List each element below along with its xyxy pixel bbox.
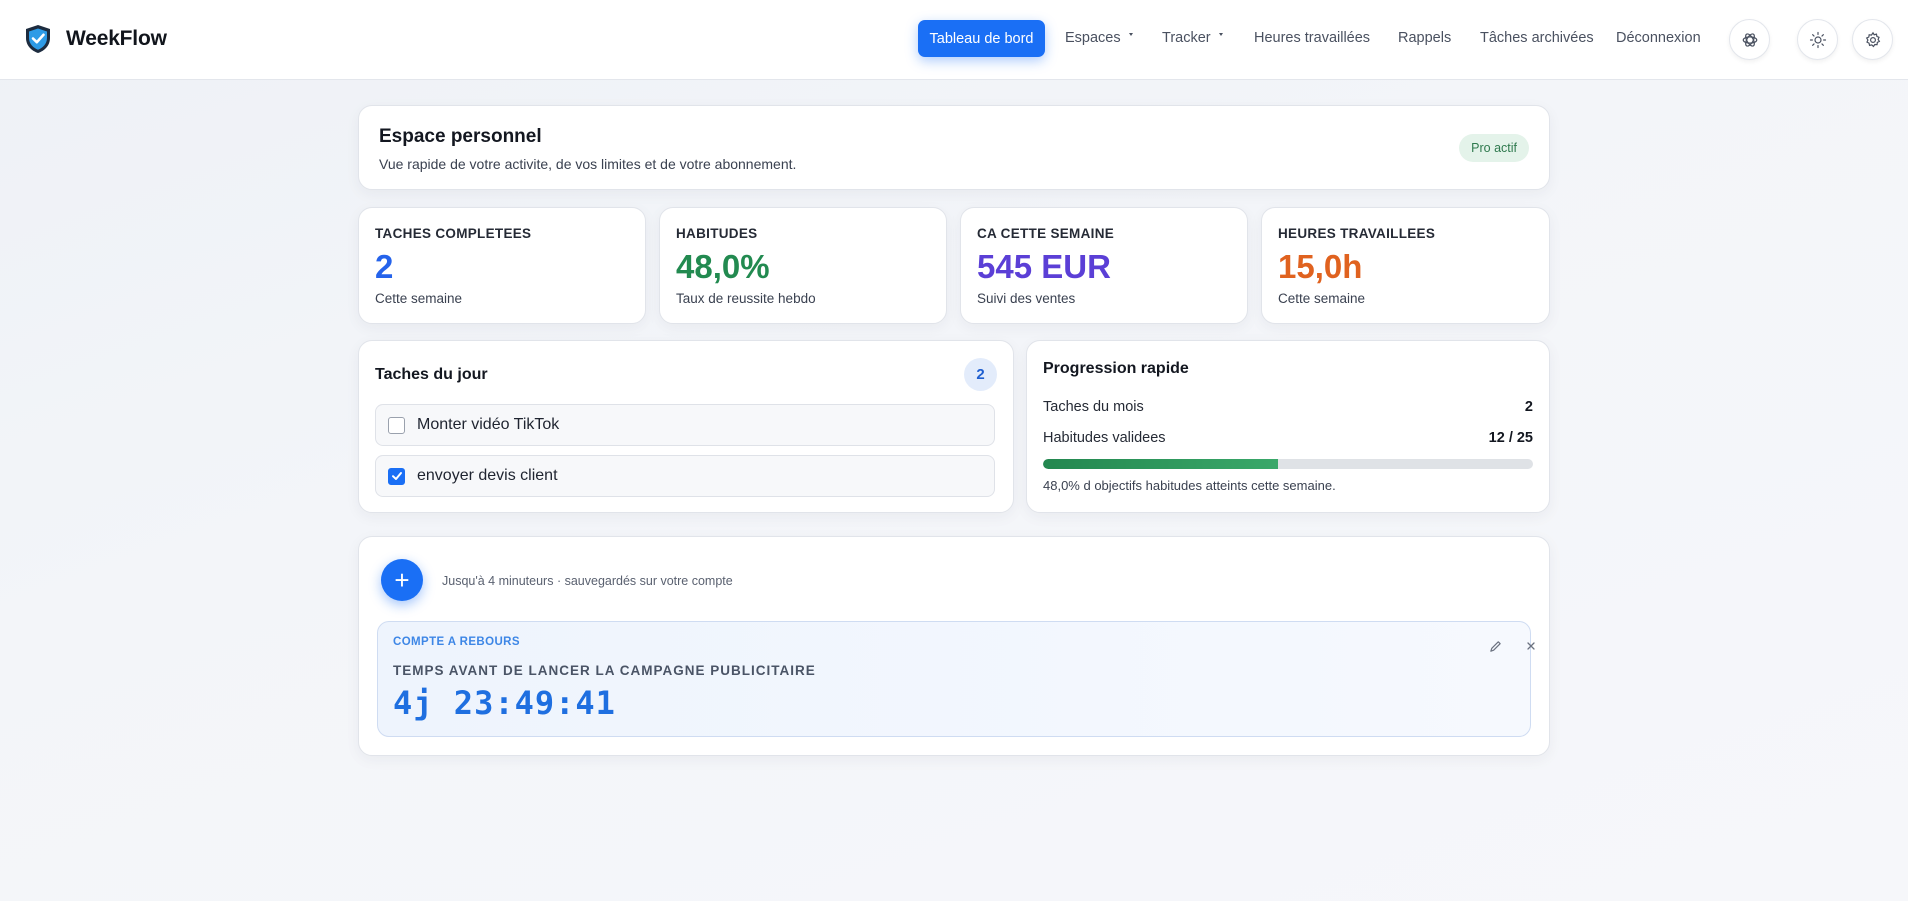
caret-down-icon xyxy=(1128,32,1133,36)
month-tasks-value: 2 xyxy=(1524,399,1533,415)
task-checkbox-checked[interactable] xyxy=(388,467,405,485)
habits-value: 12 / 25 xyxy=(1488,430,1533,446)
stat-card-tasks: TACHES COMPLETEES 2 Cette semaine xyxy=(358,207,646,324)
delete-timer-button[interactable] xyxy=(1521,636,1541,656)
countdown-time: 4j 23:49:41 xyxy=(393,684,616,722)
pencil-icon xyxy=(1489,640,1501,652)
task-item[interactable]: Monter vidéo TikTok xyxy=(375,404,995,446)
task-item[interactable]: envoyer devis client xyxy=(375,455,995,497)
add-timer-button[interactable]: + xyxy=(381,559,423,601)
daily-tasks-title: Taches du jour xyxy=(375,366,488,383)
nav-rappels-link[interactable]: Rappels xyxy=(1398,30,1451,46)
stat-card-revenue: CA CETTE SEMAINE 545 EUR Suivi des vente… xyxy=(960,207,1248,324)
nav-espaces-label: Espaces xyxy=(1065,30,1121,46)
stat-subtext: Cette semaine xyxy=(375,291,463,306)
subscription-status-badge: Pro actif xyxy=(1459,134,1529,162)
personal-space-card: Espace personnel Vue rapide de votre act… xyxy=(358,105,1550,190)
sun-icon xyxy=(1809,31,1826,48)
brand[interactable]: WeekFlow xyxy=(24,24,167,54)
month-tasks-label: Taches du mois xyxy=(1043,399,1144,415)
ai-assistant-button[interactable] xyxy=(1729,19,1770,60)
task-text: envoyer devis client xyxy=(417,467,558,484)
nav-tracker-label: Tracker xyxy=(1162,30,1211,46)
stat-card-habits: HABITUDES 48,0% Taux de reussite hebdo xyxy=(659,207,947,324)
nav-logout-link[interactable]: Déconnexion xyxy=(1616,30,1701,46)
stat-value: 15,0h xyxy=(1278,248,1363,285)
stat-value: 2 xyxy=(375,248,394,285)
gear-icon xyxy=(1865,31,1880,47)
top-navbar: WeekFlow Tableau de bord Espaces Tracker… xyxy=(0,0,1908,80)
stat-subtext: Taux de reussite hebdo xyxy=(676,291,816,306)
nav-dashboard-button[interactable]: Tableau de bord xyxy=(918,20,1045,57)
stat-subtext: Cette semaine xyxy=(1278,291,1366,306)
plus-icon: + xyxy=(394,565,410,595)
task-text: Monter vidéo TikTok xyxy=(417,416,560,433)
theme-toggle-button[interactable] xyxy=(1797,19,1838,60)
openai-icon xyxy=(1742,32,1757,47)
stat-label: HABITUDES xyxy=(676,226,758,241)
nav-heures-link[interactable]: Heures travaillées xyxy=(1254,30,1370,46)
stat-label: CA CETTE SEMAINE xyxy=(977,226,1115,241)
stat-value: 545 EUR xyxy=(977,248,1111,285)
app-name: WeekFlow xyxy=(66,27,167,50)
stat-subtext: Suivi des ventes xyxy=(977,291,1076,306)
progress-title: Progression rapide xyxy=(1043,360,1189,377)
progress-row-habits: Habitudes validees 12 / 25 xyxy=(1043,430,1533,446)
stat-value: 48,0% xyxy=(676,248,770,285)
timers-card: + Jusqu'à 4 minuteurs · sauvegardés sur … xyxy=(358,536,1550,756)
nav-espaces-dropdown[interactable]: Espaces xyxy=(1065,30,1133,46)
shield-check-logo-icon xyxy=(26,25,50,53)
task-checkbox[interactable] xyxy=(388,416,405,434)
habits-progress-note: 48,0% d objectifs habitudes atteints cet… xyxy=(1043,478,1336,493)
countdown-timer: COMPTE A REBOURS TEMPS AVANT DE LANCER L… xyxy=(377,621,1535,737)
check-icon xyxy=(391,472,402,480)
close-icon xyxy=(1527,642,1535,650)
quick-progress-card: Progression rapide Taches du mois 2 Habi… xyxy=(1026,340,1550,513)
nav-archives-link[interactable]: Tâches archivées xyxy=(1480,30,1594,46)
edit-timer-button[interactable] xyxy=(1485,636,1505,656)
daily-tasks-card: Taches du jour 2 Monter vidéo TikTok env… xyxy=(358,340,1014,513)
stat-label: TACHES COMPLETEES xyxy=(375,226,532,241)
settings-button[interactable] xyxy=(1852,19,1893,60)
stat-label: HEURES TRAVAILLEES xyxy=(1278,226,1436,241)
task-count-badge: 2 xyxy=(964,358,997,391)
progress-row-month: Taches du mois 2 xyxy=(1043,399,1533,415)
timers-info-text: Jusqu'à 4 minuteurs · sauvegardés sur vo… xyxy=(442,574,733,588)
page-title: Espace personnel xyxy=(379,126,542,147)
habits-progress-fill xyxy=(1043,459,1279,469)
nav-tracker-dropdown[interactable]: Tracker xyxy=(1162,30,1223,46)
caret-down-icon xyxy=(1218,32,1223,36)
countdown-kicker: COMPTE A REBOURS xyxy=(393,636,520,648)
countdown-title: TEMPS AVANT DE LANCER LA CAMPAGNE PUBLIC… xyxy=(393,663,816,678)
page-subtitle: Vue rapide de votre activite, de vos lim… xyxy=(379,156,797,172)
stat-card-hours: HEURES TRAVAILLEES 15,0h Cette semaine xyxy=(1261,207,1550,324)
habits-progress-bar xyxy=(1043,459,1533,469)
habits-label: Habitudes validees xyxy=(1043,430,1166,446)
